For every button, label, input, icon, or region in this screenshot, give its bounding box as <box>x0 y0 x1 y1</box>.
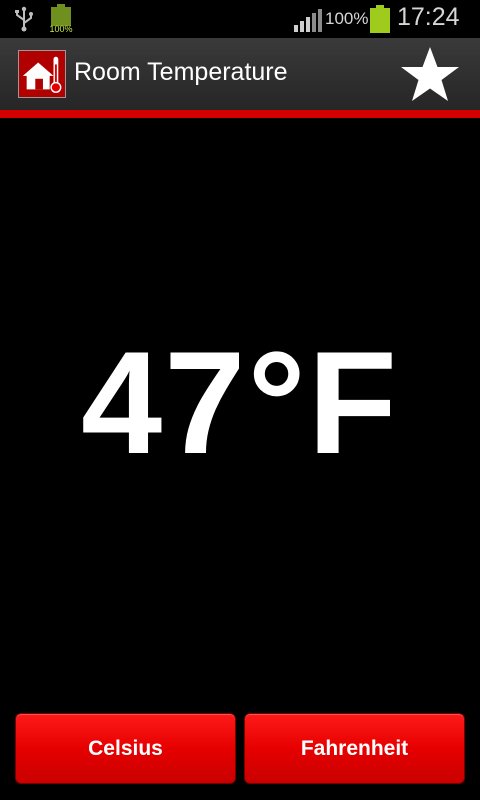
signal-icon <box>294 9 322 32</box>
battery-small-label: 100% <box>49 24 73 34</box>
battery-icon <box>370 5 390 33</box>
action-bar: Room Temperature <box>0 38 480 110</box>
celsius-button[interactable]: Celsius <box>15 713 236 784</box>
star-icon[interactable] <box>398 44 462 106</box>
status-bar: 100% 100% 17:24 <box>0 0 480 38</box>
header-divider <box>0 110 480 118</box>
usb-icon <box>15 6 33 32</box>
page-title: Room Temperature <box>74 58 288 86</box>
fahrenheit-button[interactable]: Fahrenheit <box>244 713 465 784</box>
battery-percent: 100% <box>325 9 369 28</box>
house-thermometer-icon[interactable] <box>18 50 66 98</box>
temperature-reading: 47°F <box>81 321 399 484</box>
clock: 17:24 <box>397 3 460 31</box>
